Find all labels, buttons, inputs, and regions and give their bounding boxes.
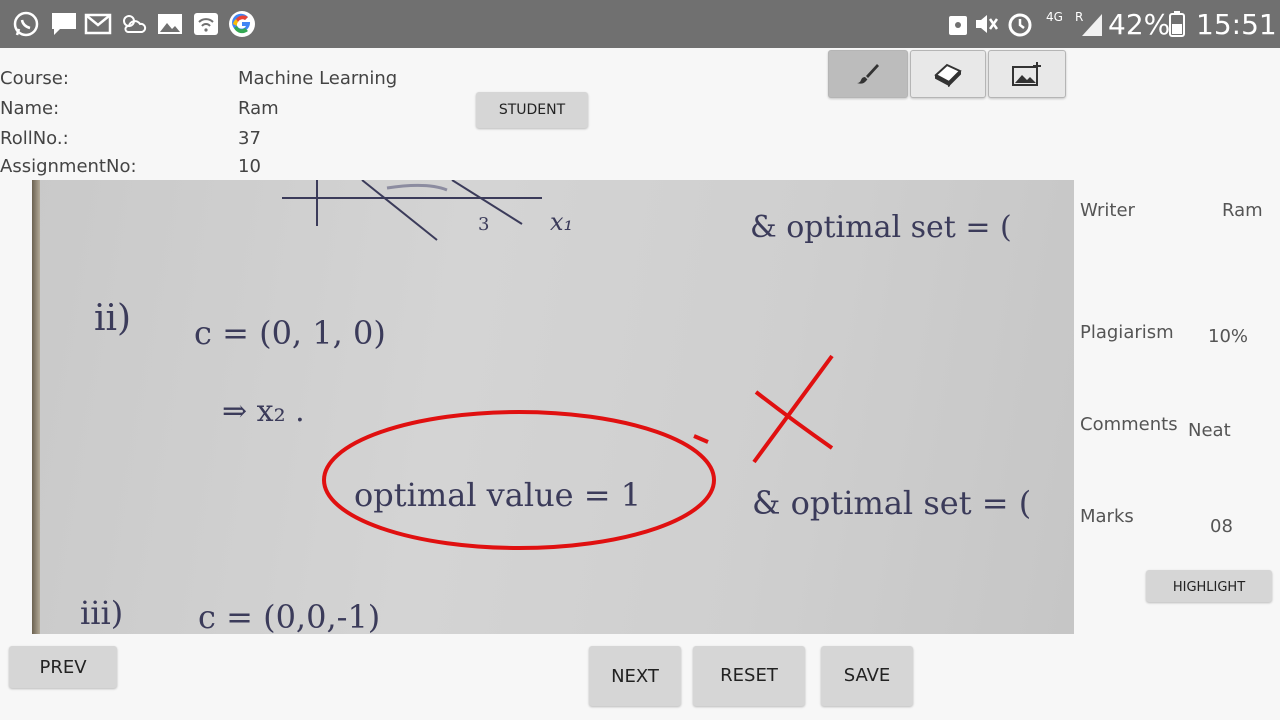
- prev-button[interactable]: PREV: [9, 646, 117, 688]
- battery-percent: 42%: [1108, 8, 1171, 41]
- cross-mark-stroke-1: [752, 354, 834, 464]
- roll-label: RollNo.:: [0, 128, 69, 149]
- answer-sheet-image[interactable]: 3 x₁ & optimal set = ( ii) c = (0, 1, 0)…: [32, 180, 1074, 634]
- writer-label: Writer: [1080, 200, 1135, 221]
- course-label: Course:: [0, 68, 69, 89]
- add-image-button[interactable]: [988, 50, 1066, 98]
- marks-label: Marks: [1080, 506, 1134, 527]
- weather-icon: [123, 15, 147, 33]
- comments-label: Comments: [1080, 414, 1178, 435]
- plagiarism-label: Plagiarism: [1080, 322, 1174, 343]
- student-button[interactable]: STUDENT: [476, 92, 588, 128]
- signal-icon: [1082, 14, 1102, 36]
- gallery-icon: [158, 14, 182, 34]
- highlight-button[interactable]: HIGHLIGHT: [1146, 570, 1272, 602]
- mute-icon: [976, 15, 999, 33]
- brush-icon: [857, 64, 879, 84]
- alarm-icon: [1008, 13, 1032, 37]
- assignment-label: AssignmentNo:: [0, 156, 137, 177]
- plagiarism-value: 10%: [1208, 326, 1249, 347]
- google-icon: [229, 11, 255, 37]
- whatsapp-icon: [13, 11, 39, 37]
- cross-mark-stroke-2: [754, 390, 834, 450]
- network-label: 4G: [1046, 10, 1063, 24]
- gmail-icon: [84, 13, 112, 35]
- brush-tool-button[interactable]: [828, 50, 908, 98]
- save-button[interactable]: SAVE: [821, 646, 913, 706]
- writer-value: Ram: [1222, 200, 1263, 221]
- roll-value: 37: [238, 128, 261, 149]
- message-icon: [52, 13, 76, 35]
- status-bar: 4G R 42% 15:51: [0, 0, 1280, 48]
- comments-value: Neat: [1188, 420, 1231, 441]
- name-label: Name:: [0, 98, 60, 119]
- battery-icon: [1169, 11, 1185, 37]
- course-value: Machine Learning: [238, 68, 398, 89]
- assignment-value: 10: [238, 156, 261, 177]
- circle-annotation: [322, 410, 716, 550]
- lock-screen-icon: [949, 16, 967, 35]
- eraser-tool-button[interactable]: [910, 50, 986, 98]
- wifi-icon: [194, 13, 218, 35]
- teacher-annotations: [322, 354, 834, 550]
- reset-button[interactable]: RESET: [693, 646, 805, 706]
- next-button[interactable]: NEXT: [589, 646, 681, 706]
- clock: 15:51: [1196, 8, 1277, 41]
- eraser-icon: [934, 63, 962, 87]
- marks-value: 08: [1210, 516, 1233, 537]
- add-image-icon: [1012, 62, 1041, 86]
- name-value: Ram: [238, 98, 279, 119]
